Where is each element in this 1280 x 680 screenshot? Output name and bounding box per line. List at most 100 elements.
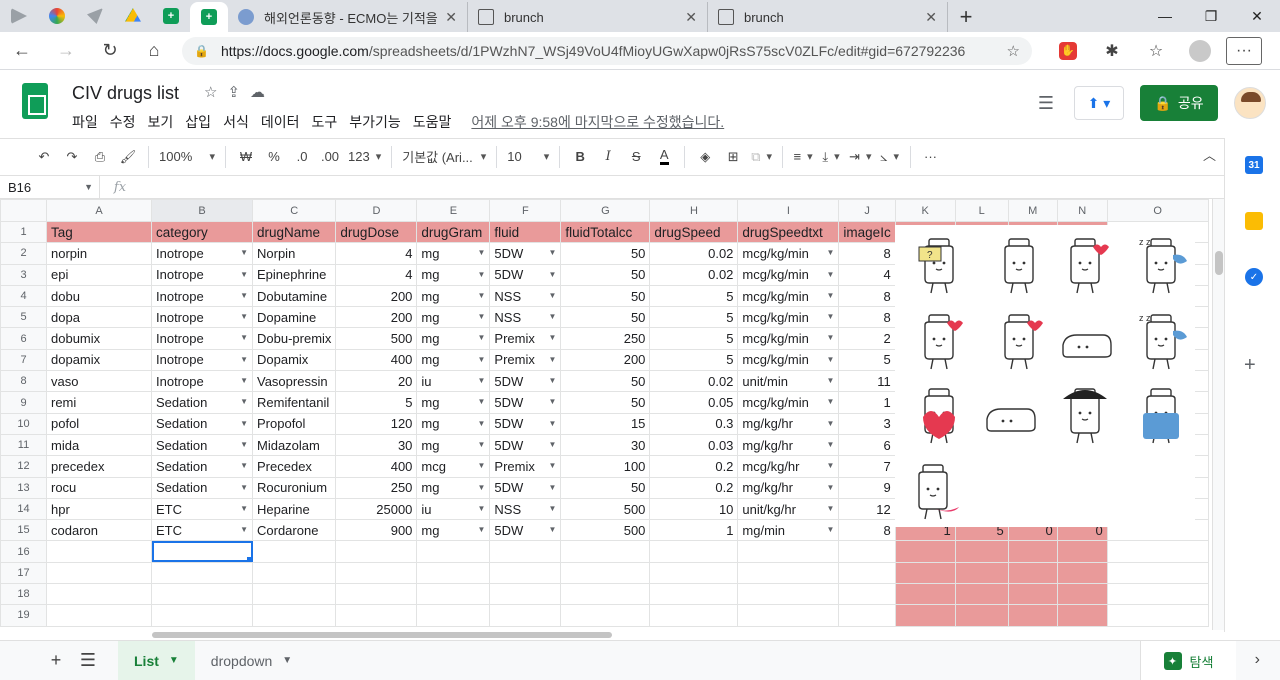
cell[interactable] (649, 604, 739, 627)
cell[interactable] (46, 604, 152, 627)
italic-icon[interactable]: I (594, 143, 622, 171)
cell[interactable] (489, 583, 562, 606)
cell[interactable] (46, 561, 152, 585)
cell[interactable]: drugSpeedtxt (737, 220, 840, 244)
cell[interactable] (1056, 583, 1108, 606)
cell[interactable]: 5DW (489, 263, 562, 286)
cell[interactable] (1056, 604, 1108, 627)
cell[interactable]: Inotrope (151, 284, 253, 308)
row-header[interactable]: 14 (0, 497, 47, 521)
cell[interactable] (649, 561, 739, 585)
cell[interactable]: 5 (335, 391, 418, 414)
cell[interactable]: iu (416, 497, 491, 521)
cell[interactable]: 8 (838, 306, 896, 329)
present-button[interactable]: ⬆ ▾ (1074, 86, 1124, 120)
cell[interactable] (649, 583, 739, 606)
menu-edit[interactable]: 수정 (110, 112, 136, 132)
cell[interactable]: Sedation (151, 455, 253, 478)
cell[interactable]: drugSpeed (649, 220, 739, 244)
browser-menu-button[interactable]: ··· (1226, 36, 1262, 65)
cell[interactable]: mg (416, 284, 491, 308)
horizontal-scrollbar[interactable] (150, 630, 1212, 640)
cell[interactable]: Inotrope (151, 348, 253, 372)
cell[interactable]: mida (46, 433, 152, 457)
cell[interactable]: 9 (838, 476, 896, 499)
cell[interactable]: mcg/kg/hr (737, 455, 840, 478)
cell[interactable]: Rocuronium (251, 476, 337, 499)
cell[interactable] (560, 540, 651, 563)
cell[interactable]: Dopamine (251, 306, 337, 329)
minimize-icon[interactable]: — (1142, 0, 1188, 32)
star-icon[interactable]: ☆ (204, 83, 217, 101)
last-edit-link[interactable]: 어제 오후 9:58에 마지막으로 수정했습니다. (471, 112, 724, 132)
keep-icon[interactable] (1245, 212, 1263, 230)
cell[interactable]: 0.02 (649, 263, 739, 286)
row-header[interactable]: 17 (0, 561, 47, 585)
cell[interactable] (1007, 540, 1058, 563)
cell[interactable]: 15 (560, 412, 651, 435)
cell[interactable]: mcg/kg/min (737, 263, 840, 286)
calendar-icon[interactable]: 31 (1245, 156, 1263, 174)
row-header[interactable]: 8 (0, 370, 47, 393)
strikethrough-icon[interactable]: S (622, 143, 650, 171)
row-header[interactable]: 19 (0, 604, 47, 627)
cell[interactable] (46, 583, 152, 606)
cell[interactable]: Premix (489, 327, 562, 350)
cell[interactable]: 200 (560, 348, 651, 372)
new-tab-button[interactable]: + (948, 2, 984, 32)
cell[interactable] (151, 583, 253, 606)
scroll-thumb[interactable] (1215, 251, 1223, 275)
browser-tab-brunch-1[interactable]: brunch ✕ (468, 2, 708, 32)
cell[interactable]: 5 (649, 327, 739, 350)
cell[interactable]: Inotrope (151, 370, 253, 393)
cell[interactable] (1007, 583, 1058, 606)
cell[interactable]: precedex (46, 455, 152, 478)
cell[interactable] (838, 561, 896, 585)
menu-file[interactable]: 파일 (72, 112, 98, 132)
cell[interactable] (894, 561, 956, 585)
row-header[interactable]: 15 (0, 519, 47, 542)
cell[interactable] (46, 540, 152, 563)
sticker-image[interactable]: ? z z z z (895, 225, 1195, 527)
borders-icon[interactable]: ⊞ (719, 143, 747, 171)
cell[interactable]: Propofol (251, 412, 337, 435)
back-button[interactable]: ← (0, 32, 44, 70)
cell[interactable]: Heparine (251, 497, 337, 521)
cell[interactable]: Premix (489, 455, 562, 478)
column-header-e[interactable]: E (416, 199, 491, 222)
cell[interactable]: 900 (335, 519, 418, 542)
cell[interactable]: mcg/kg/min (737, 348, 840, 372)
cell[interactable]: Inotrope (151, 327, 253, 350)
explore-button[interactable]: ✦ 탐색 (1140, 641, 1236, 680)
cell[interactable]: Vasopressin (251, 370, 337, 393)
cell[interactable]: dopa (46, 306, 152, 329)
cell[interactable]: 0.2 (649, 455, 739, 478)
cell[interactable]: 5 (838, 348, 896, 372)
cell[interactable]: 50 (560, 391, 651, 414)
cell[interactable]: 20 (335, 370, 418, 393)
adblock-extension[interactable]: ✋ (1046, 32, 1090, 70)
fill-color-icon[interactable]: ◈ (691, 143, 719, 171)
cell[interactable]: mg (416, 263, 491, 286)
pinned-tab-sheets-active[interactable]: + (190, 2, 228, 32)
cell[interactable]: 6 (838, 433, 896, 457)
chevron-right-icon[interactable]: › (1255, 651, 1260, 669)
document-title[interactable]: CIV drugs list (72, 83, 179, 104)
cell[interactable]: dopamix (46, 348, 152, 372)
cell[interactable]: mcg (416, 455, 491, 478)
cell[interactable]: ETC (151, 519, 253, 542)
cell[interactable]: 0.3 (649, 412, 739, 435)
cell[interactable]: 200 (335, 284, 418, 308)
cell[interactable] (251, 561, 337, 585)
cell[interactable]: 4 (335, 263, 418, 286)
add-addon-icon[interactable]: + (1244, 354, 1256, 377)
cell[interactable]: pofol (46, 412, 152, 435)
cell[interactable]: 11 (838, 370, 896, 393)
cell[interactable]: 50 (560, 284, 651, 308)
cell[interactable]: epi (46, 263, 152, 286)
more-formats-select[interactable]: 123 (344, 143, 385, 171)
vertical-scrollbar[interactable] (1212, 199, 1224, 630)
cell[interactable]: 500 (560, 497, 651, 521)
paint-format-icon[interactable]: 🖌 (114, 143, 142, 171)
extensions-icon[interactable]: ✱ (1090, 32, 1134, 70)
